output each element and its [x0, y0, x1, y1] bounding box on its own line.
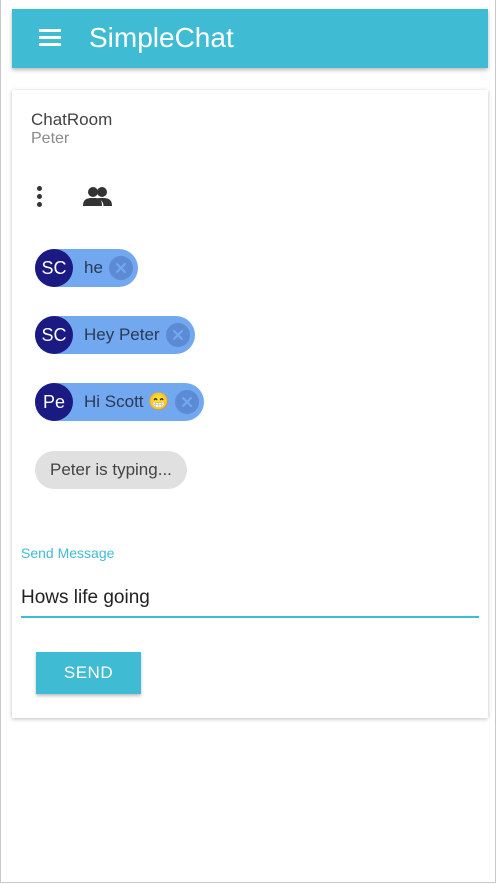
close-icon[interactable]	[175, 390, 200, 414]
message-chip: SC he	[35, 249, 138, 287]
room-title: ChatRoom	[31, 110, 113, 129]
app-title: SimpleChat	[89, 22, 234, 53]
people-icon[interactable]	[83, 186, 113, 208]
send-button[interactable]: SEND	[36, 652, 141, 694]
message-text: Hey Peter	[84, 325, 160, 344]
message-chip: Pe Hi Scott 😁	[35, 383, 205, 421]
avatar: SC	[35, 249, 73, 287]
room-user-name: Peter	[31, 130, 70, 147]
send-message-label: Send Message	[21, 545, 115, 561]
avatar: SC	[35, 316, 73, 354]
more-vert-icon[interactable]	[36, 186, 44, 208]
close-icon[interactable]	[108, 256, 133, 280]
close-icon[interactable]	[165, 323, 190, 347]
message-input[interactable]	[21, 580, 479, 618]
typing-indicator: Peter is typing...	[35, 451, 187, 489]
app-bar: SimpleChat	[12, 9, 488, 68]
message-text: Hi Scott 😁	[84, 392, 170, 411]
chat-card: ChatRoom Peter SC he SC Hey Peter Pe Hi …	[12, 90, 488, 718]
avatar: Pe	[35, 383, 73, 421]
hamburger-menu-icon[interactable]	[39, 29, 63, 49]
message-chip: SC Hey Peter	[35, 316, 195, 354]
message-text: he	[84, 258, 103, 277]
app-window: SimpleChat ChatRoom Peter SC he SC Hey P…	[0, 0, 496, 883]
